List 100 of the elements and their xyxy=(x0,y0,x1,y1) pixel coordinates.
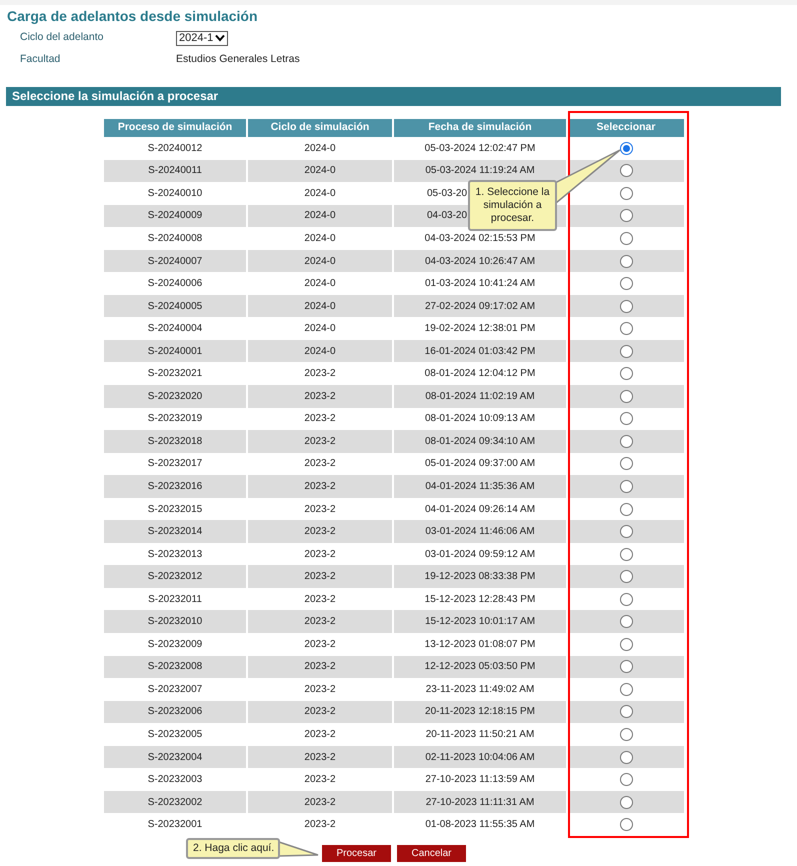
table-cell-text: 2023-2 xyxy=(304,480,336,494)
table-cell-text: S-20232019 xyxy=(148,412,202,426)
table-cell-text: 2024-0 xyxy=(304,322,336,336)
callout: 1. Seleccione la simulación a procesar. xyxy=(468,180,557,231)
table-cell-text: S-20240008 xyxy=(148,232,202,246)
table-cell-text: 27-10-2023 11:13:59 AM xyxy=(425,773,535,788)
table-cell-text: 20-11-2023 11:50:21 AM xyxy=(426,728,534,742)
table-cell-text: 2023-2 xyxy=(304,548,336,562)
field-label: Facultad xyxy=(20,52,62,68)
radio-button[interactable] xyxy=(620,796,632,809)
table-cell-text: 2024-0 xyxy=(304,344,336,359)
column-header: Seleccionar xyxy=(568,119,684,137)
table-cell-text: S-20232021 xyxy=(148,367,202,382)
radio-button[interactable] xyxy=(620,818,632,832)
chevron-down-icon xyxy=(215,34,226,42)
radio-button[interactable] xyxy=(620,277,632,290)
table-cell-text: 08-01-2024 11:02:19 AM xyxy=(425,390,535,404)
action-button[interactable]: Procesar xyxy=(322,844,391,862)
radio-button[interactable] xyxy=(620,525,632,538)
radio-button[interactable] xyxy=(620,750,632,764)
table-cell-text: S-20232011 xyxy=(148,592,202,607)
table-cell-text: S-20232003 xyxy=(148,773,202,788)
radio-button[interactable] xyxy=(620,682,632,696)
table-cell-text: S-20240004 xyxy=(148,322,202,336)
table-cell-text: 2023-2 xyxy=(304,796,336,810)
table-cell-text: 2023-2 xyxy=(304,615,336,630)
table-cell-text: S-20232017 xyxy=(148,457,202,472)
table-cell-text: S-20232018 xyxy=(148,434,202,449)
table-cell-text: 15-12-2023 12:28:43 PM xyxy=(424,592,536,607)
radio-button[interactable] xyxy=(620,390,632,403)
radio-button[interactable] xyxy=(620,660,632,674)
table-cell-text: 08-01-2024 12:04:12 PM xyxy=(424,367,536,382)
radio-button[interactable] xyxy=(620,615,632,628)
radio-button[interactable] xyxy=(620,164,632,178)
cycle-select[interactable]: 2024-1 xyxy=(176,30,228,46)
table-cell-text: 2024-0 xyxy=(304,209,336,224)
radio-button[interactable] xyxy=(620,773,632,786)
radio-button[interactable] xyxy=(620,344,632,358)
radio-button[interactable] xyxy=(620,300,632,313)
table-cell-text: S-20232002 xyxy=(148,796,202,810)
table-cell-text: 2023-2 xyxy=(304,750,336,765)
table-cell-text: S-20240012 xyxy=(148,142,202,156)
radio-button[interactable] xyxy=(620,592,632,606)
radio-button[interactable] xyxy=(620,142,632,155)
table-cell-text: 04-01-2024 11:35:36 AM xyxy=(425,480,535,494)
radio-button[interactable] xyxy=(620,232,632,245)
radio-button[interactable] xyxy=(620,570,632,584)
radio-button[interactable] xyxy=(620,638,632,651)
faculty-value: Estudios Generales Letras xyxy=(176,52,300,68)
table-cell-text: S-20232010 xyxy=(148,615,202,630)
table-cell-text: 05-01-2024 09:37:00 AM xyxy=(424,457,536,472)
table-cell-text: 2024-0 xyxy=(304,142,336,156)
radio-button[interactable] xyxy=(620,480,632,493)
table-cell-text: S-20232005 xyxy=(148,728,202,742)
radio-button[interactable] xyxy=(620,254,632,268)
table-cell-text: 01-03-2024 10:41:24 AM xyxy=(424,277,536,292)
radio-button[interactable] xyxy=(620,367,632,380)
table-cell-text: 2023-2 xyxy=(304,638,336,652)
table-cell-text: S-20232008 xyxy=(148,660,202,674)
table-cell-text: 04-03-2024 10:26:47 AM xyxy=(424,254,536,268)
field-label: Ciclo del adelanto xyxy=(20,30,104,46)
table-cell-text: S-20240009 xyxy=(148,209,202,224)
radio-button[interactable] xyxy=(620,705,632,718)
radio-button[interactable] xyxy=(620,502,632,516)
table-cell-text: 2023-2 xyxy=(304,818,336,832)
table-cell-text: 2023-2 xyxy=(304,705,336,720)
table-cell-text: S-20240001 xyxy=(148,344,202,359)
table-cell-text: S-20232012 xyxy=(148,570,202,584)
table-cell-text: 2023-2 xyxy=(304,773,336,788)
table-cell-text: 2024-0 xyxy=(304,232,336,246)
table-cell-text: 04-03-20 xyxy=(427,209,468,224)
table-cell-text: 08-01-2024 10:09:13 AM xyxy=(424,412,536,426)
radio-button[interactable] xyxy=(620,434,632,448)
action-button[interactable]: Cancelar xyxy=(397,844,466,862)
table-cell-text: S-20232007 xyxy=(148,682,202,697)
table-cell-text: 2023-2 xyxy=(304,390,336,404)
table-cell-text: S-20240006 xyxy=(148,277,202,292)
radio-button[interactable] xyxy=(620,412,632,426)
table-cell-text: 2023-2 xyxy=(304,434,336,449)
table-cell-text: 2024-0 xyxy=(304,254,336,268)
radio-button[interactable] xyxy=(620,548,632,561)
table-cell-text: 05-03-20 xyxy=(427,186,468,201)
table-cell-text: S-20232020 xyxy=(148,390,202,404)
table-cell-text: 05-03-2024 11:19:24 AM xyxy=(425,164,535,178)
table-cell-text: 15-12-2023 10:01:17 AM xyxy=(424,615,536,630)
table-cell-text: S-20232013 xyxy=(148,548,202,562)
radio-button[interactable] xyxy=(620,209,632,222)
table-cell-text: 01-08-2023 11:55:35 AM xyxy=(425,818,535,832)
table-cell-text: 2024-0 xyxy=(304,164,336,178)
table-cell-text: S-20240010 xyxy=(148,186,202,201)
radio-button[interactable] xyxy=(620,457,632,470)
table-cell-text: 03-01-2024 09:59:12 AM xyxy=(424,548,536,562)
table-cell-text: 2023-2 xyxy=(304,457,336,472)
table-cell-text: 2024-0 xyxy=(304,186,336,201)
table-cell-text: 2023-2 xyxy=(304,502,336,517)
radio-button[interactable] xyxy=(620,322,632,336)
radio-button[interactable] xyxy=(620,186,632,200)
radio-button[interactable] xyxy=(620,728,632,741)
table-cell-text: 2024-0 xyxy=(304,277,336,292)
table-cell-text: 2023-2 xyxy=(304,660,336,674)
